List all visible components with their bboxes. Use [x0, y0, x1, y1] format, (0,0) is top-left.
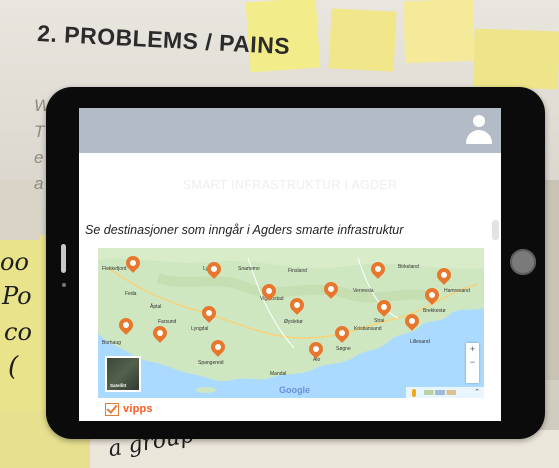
map-canvas: Flekkefjord Lyngdal Snartemo Finsland Bi…: [98, 248, 484, 393]
zoom-controls: + −: [466, 343, 479, 383]
destinations-map[interactable]: Flekkefjord Lyngdal Snartemo Finsland Bi…: [98, 248, 484, 398]
tablet-camera: [62, 283, 66, 287]
svg-text:Vennesla: Vennesla: [353, 288, 374, 294]
satellite-toggle[interactable]: Satellitt: [105, 356, 141, 392]
svg-text:Kristiansand: Kristiansand: [354, 326, 382, 332]
svg-text:Finsland: Finsland: [288, 268, 307, 274]
svg-text:Feda: Feda: [125, 291, 137, 297]
svg-text:Strai: Strai: [374, 318, 384, 324]
svg-text:Flekkefjord: Flekkefjord: [102, 266, 127, 272]
svg-text:Farsund: Farsund: [158, 319, 177, 325]
svg-text:Lillesand: Lillesand: [410, 339, 430, 345]
zoom-in-button[interactable]: +: [466, 343, 479, 356]
svg-text:Hamresand: Hamresand: [444, 288, 470, 294]
map-marker-dot: [264, 286, 274, 296]
vipps-checkbox[interactable]: [105, 403, 119, 416]
expand-icon[interactable]: ⌃: [474, 388, 480, 396]
tablet-side-slot: [61, 244, 66, 273]
svg-text:Søgne: Søgne: [336, 346, 351, 352]
svg-text:Lyngdal: Lyngdal: [191, 326, 208, 332]
handwriting: co: [4, 318, 32, 346]
google-attribution: Google: [279, 385, 310, 395]
map-marker-dot: [128, 258, 138, 268]
user-icon[interactable]: [466, 115, 492, 145]
svg-text:Brekkestø: Brekkestø: [423, 308, 446, 314]
map-marker-dot: [379, 302, 389, 312]
map-marker-dot: [407, 316, 417, 326]
map-marker-dot: [292, 300, 302, 310]
map-marker-dot: [373, 264, 383, 274]
map-marker-dot: [337, 328, 347, 338]
layer-thumbnails[interactable]: [424, 390, 456, 395]
map-marker-dot: [213, 342, 223, 352]
map-marker-dot: [326, 284, 336, 294]
svg-text:Øyslebø: Øyslebø: [284, 319, 303, 325]
map-marker-dot: [121, 320, 131, 330]
faint-letter: e: [34, 148, 44, 167]
faint-letter: T: [34, 122, 45, 141]
sticky-note: [328, 8, 397, 72]
satellite-label: Satellitt: [110, 383, 127, 388]
svg-text:Birkeland: Birkeland: [398, 264, 419, 270]
page-subtitle: Se destinasjoner som inngår i Agders sma…: [85, 223, 404, 237]
page-title: SMART INFRASTRUKTUR I AGDER: [182, 178, 398, 192]
svg-text:Spangereid: Spangereid: [198, 360, 224, 366]
map-marker-dot: [427, 290, 437, 300]
tablet-screen: SMART INFRASTRUKTUR I AGDER Se destinasj…: [79, 108, 501, 421]
svg-text:Snartemo: Snartemo: [238, 266, 260, 272]
tablet-device: SMART INFRASTRUKTUR I AGDER Se destinasj…: [46, 87, 545, 439]
svg-text:Borhaug: Borhaug: [102, 340, 121, 346]
svg-text:Mandal: Mandal: [270, 371, 286, 377]
svg-text:Åptal: Åptal: [150, 303, 161, 310]
map-marker-dot: [204, 308, 214, 318]
map-footer: ⌃: [406, 387, 484, 398]
pegman-icon[interactable]: [412, 389, 416, 397]
handwriting: oo: [0, 248, 29, 276]
sticky-note: [473, 28, 559, 90]
home-button[interactable]: [510, 249, 536, 275]
handwriting: Po: [2, 282, 32, 310]
zoom-out-button[interactable]: −: [466, 356, 479, 369]
scrollbar[interactable]: [492, 220, 499, 240]
map-marker-dot: [439, 270, 449, 280]
app-header: [79, 108, 501, 153]
map-marker-dot: [155, 328, 165, 338]
faint-letter: a: [34, 174, 44, 193]
handwriting: (: [8, 352, 19, 382]
map-marker-dot: [311, 344, 321, 354]
map-marker-dot: [209, 264, 219, 274]
vipps-label: vipps: [123, 403, 153, 415]
google-logo: Google: [279, 385, 310, 395]
sticky-note: [402, 0, 476, 64]
